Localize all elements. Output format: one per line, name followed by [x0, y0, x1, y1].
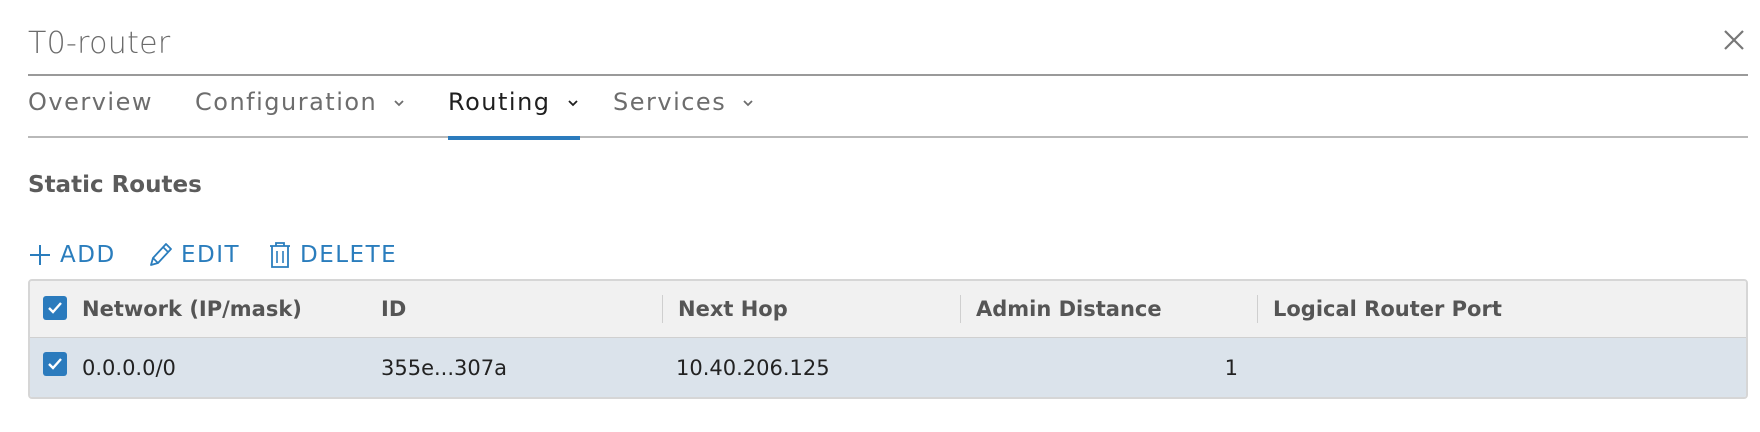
checkmark-icon [48, 302, 62, 314]
tab-label: Overview [28, 88, 153, 116]
cell-id[interactable]: 355e...307a [381, 338, 507, 397]
edit-label: EDIT [181, 242, 241, 268]
cell-admin-distance: 1 [1224, 355, 1238, 380]
tab-routing[interactable]: Routing [448, 88, 580, 140]
static-routes-table: Network (IP/mask) ID Next Hop Admin Dist… [28, 279, 1748, 399]
add-button[interactable]: ADD [28, 238, 116, 272]
close-icon[interactable] [1720, 26, 1748, 54]
column-header-logical-router-port[interactable]: Logical Router Port [1273, 281, 1502, 337]
tab-label: Routing [448, 88, 551, 116]
add-label: ADD [60, 242, 116, 268]
cell-next-hop: 10.40.206.125 [676, 355, 830, 380]
pencil-icon [150, 243, 172, 266]
page-title: T0-router [28, 26, 171, 61]
trash-icon [270, 242, 290, 268]
chevron-down-icon [568, 100, 578, 107]
column-header-next-hop[interactable]: Next Hop [678, 281, 788, 337]
checkmark-icon [48, 358, 62, 370]
section-title: Static Routes [28, 172, 202, 198]
static-routes-panel: T0-router Overview Configuration Routing… [28, 0, 1748, 432]
chevron-down-icon [394, 100, 405, 107]
active-tab-indicator [448, 136, 580, 140]
column-header-admin-distance[interactable]: Admin Distance [976, 281, 1162, 337]
tab-bar: Overview Configuration Routing Services [28, 76, 1748, 140]
table-row[interactable]: 0.0.0.0/0 355e...307a 10.40.206.125 1 [30, 338, 1746, 397]
tab-label: Services [613, 88, 727, 116]
column-header-id[interactable]: ID [381, 281, 406, 337]
plus-icon [30, 245, 50, 265]
title-bar: T0-router [28, 18, 1748, 76]
chevron-down-icon [743, 100, 753, 107]
select-all-checkbox[interactable] [43, 296, 67, 320]
row-checkbox[interactable] [43, 352, 67, 376]
cell-network: 0.0.0.0/0 [82, 355, 176, 380]
tab-configuration[interactable]: Configuration [195, 88, 406, 138]
delete-label: DELETE [300, 242, 398, 268]
tab-overview[interactable]: Overview [28, 88, 153, 138]
column-separator[interactable] [1257, 295, 1258, 323]
tab-services[interactable]: Services [613, 88, 755, 138]
column-separator[interactable] [662, 295, 663, 323]
column-header-network[interactable]: Network (IP/mask) [82, 281, 302, 337]
table-header: Network (IP/mask) ID Next Hop Admin Dist… [30, 281, 1746, 338]
edit-button[interactable]: EDIT [147, 238, 240, 272]
column-separator[interactable] [960, 295, 961, 323]
tab-label: Configuration [195, 88, 378, 116]
delete-button[interactable]: DELETE [268, 238, 397, 272]
